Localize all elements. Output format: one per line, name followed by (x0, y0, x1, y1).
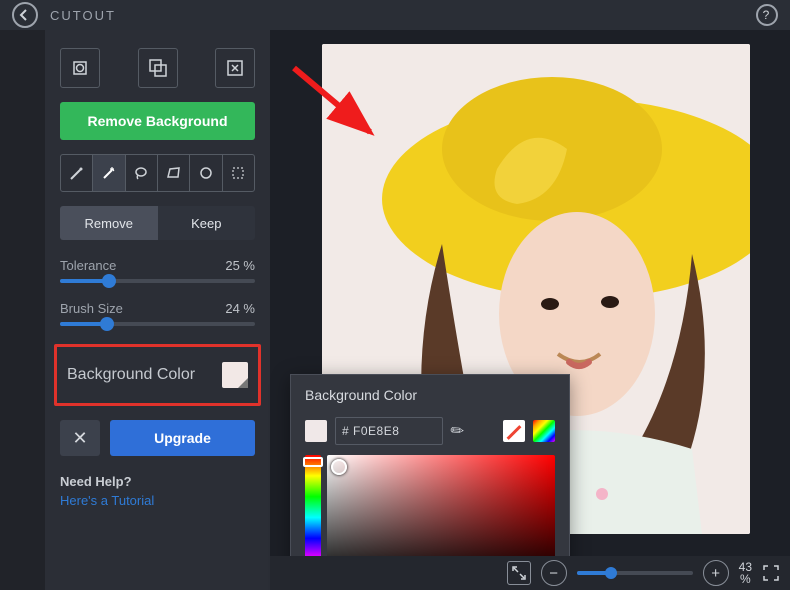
zoom-out-button[interactable]: − (541, 560, 567, 586)
fit-screen-icon[interactable] (507, 561, 531, 585)
brush-value: 24 % (225, 301, 255, 316)
tolerance-slider[interactable] (60, 279, 255, 283)
zoom-slider[interactable] (577, 571, 693, 575)
lasso-tool-icon[interactable] (126, 155, 158, 191)
invert-tool-icon[interactable] (138, 48, 178, 88)
help-icon[interactable]: ? (756, 4, 778, 26)
background-color-swatch[interactable] (222, 362, 248, 388)
annotation-arrow-icon (288, 62, 388, 152)
brush-label: Brush Size 24 % (60, 301, 255, 316)
zoom-in-button[interactable]: + (703, 560, 729, 586)
remove-keep-segment: Remove Keep (60, 206, 255, 240)
panel-title: CUTOUT (50, 8, 116, 23)
color-presets-icon[interactable] (533, 420, 555, 442)
eyedropper-icon[interactable]: ✎ (446, 419, 469, 443)
mode-remove-button[interactable]: Remove (60, 206, 158, 240)
selection-tools (60, 154, 255, 192)
marquee-tool-icon[interactable] (223, 155, 254, 191)
hex-input[interactable] (335, 417, 443, 445)
close-panel-button[interactable]: ✕ (60, 420, 100, 456)
magic-wand-tool-icon[interactable] (93, 155, 125, 191)
polygon-tool-icon[interactable] (158, 155, 190, 191)
tolerance-label: Tolerance 25 % (60, 258, 255, 273)
background-color-label: Background Color (67, 366, 195, 384)
mode-keep-button[interactable]: Keep (158, 206, 256, 240)
back-button[interactable] (12, 2, 38, 28)
zoom-bar: − + 43 % (270, 556, 790, 590)
ellipse-tool-icon[interactable] (190, 155, 222, 191)
brush-slider[interactable] (60, 322, 255, 326)
fullscreen-icon[interactable] (762, 564, 780, 582)
help-title: Need Help? (60, 474, 255, 489)
background-color-row[interactable]: Background Color (54, 344, 261, 406)
upgrade-button[interactable]: Upgrade (110, 420, 255, 456)
clear-tool-icon[interactable] (215, 48, 255, 88)
brush-tool-icon[interactable] (61, 155, 93, 191)
app-rail (0, 30, 45, 590)
remove-background-button[interactable]: Remove Background (60, 102, 255, 140)
help-link[interactable]: Here's a Tutorial (60, 493, 255, 508)
shape-tool-icon[interactable] (60, 48, 100, 88)
zoom-percent: 43 % (739, 561, 752, 585)
no-color-icon[interactable] (503, 420, 525, 442)
tolerance-value: 25 % (225, 258, 255, 273)
current-color-swatch[interactable] (305, 420, 327, 442)
popover-title: Background Color (305, 387, 555, 403)
cutout-panel: Remove Background Remove Keep (45, 30, 270, 590)
